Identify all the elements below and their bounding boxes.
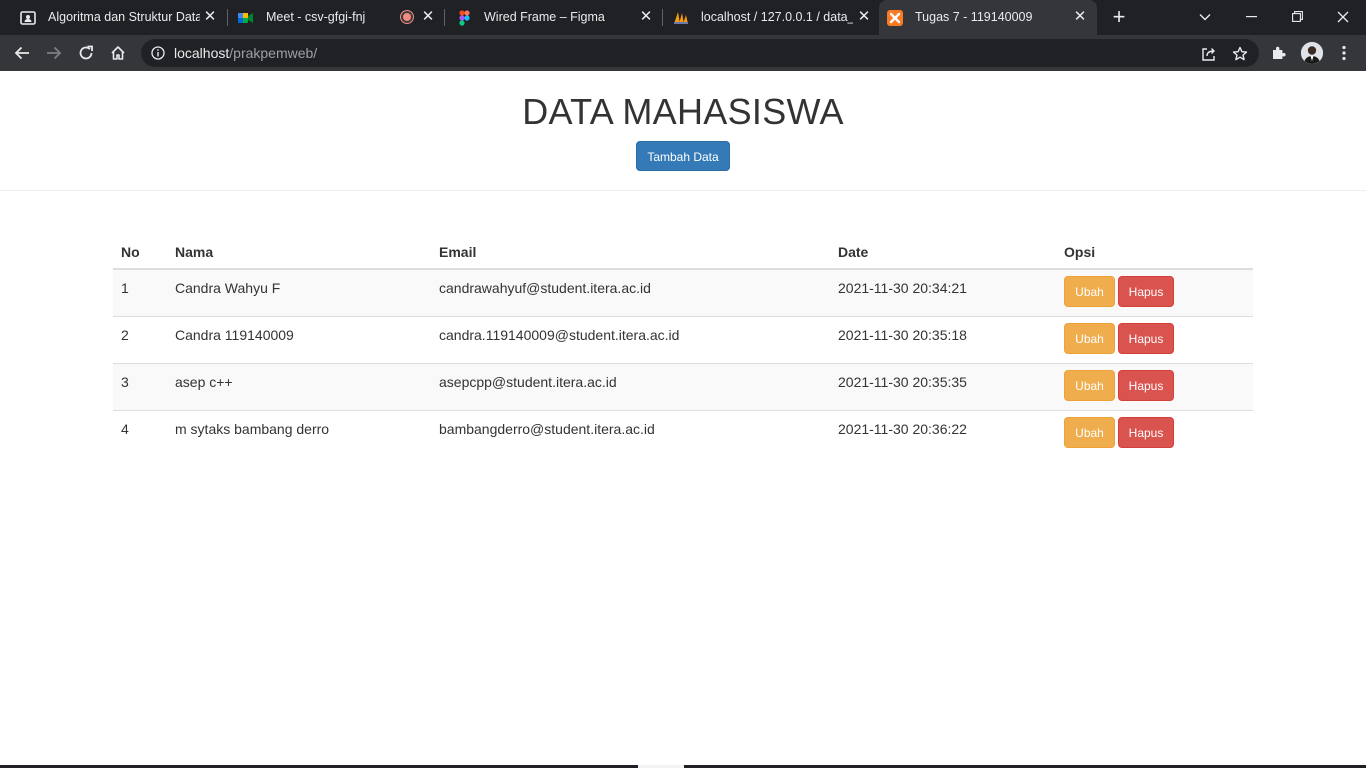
cell-date: 2021-11-30 20:35:35 bbox=[830, 362, 1056, 410]
table-row: 2 Candra 119140009 candra.119140009@stud… bbox=[113, 315, 1253, 363]
cell-no: 2 bbox=[113, 315, 167, 363]
google-meet-icon bbox=[238, 10, 254, 26]
classroom-icon bbox=[20, 10, 36, 26]
cell-opsi: Ubah Hapus bbox=[1056, 269, 1253, 316]
browser-tab-strip: Algoritma dan Struktur Data ✕ Meet - csv… bbox=[0, 0, 1366, 35]
header-opsi: Opsi bbox=[1056, 236, 1253, 270]
cell-nama: Candra Wahyu F bbox=[167, 269, 431, 316]
table-row: 4 m sytaks bambang derro bambangderro@st… bbox=[113, 409, 1253, 457]
header-date: Date bbox=[830, 236, 1056, 270]
tab-title: Tugas 7 - 119140009 bbox=[915, 10, 1033, 24]
tab-search-icon[interactable] bbox=[1182, 0, 1228, 33]
cell-email: candra.119140009@student.itera.ac.id bbox=[431, 315, 830, 363]
extensions-puzzle-icon[interactable] bbox=[1268, 42, 1290, 64]
tab-title: Wired Frame – Figma bbox=[484, 10, 605, 24]
table-header-row: No Nama Email Date Opsi bbox=[113, 236, 1253, 270]
tambah-data-button[interactable]: Tambah Data bbox=[636, 141, 730, 171]
cell-no: 3 bbox=[113, 362, 167, 410]
address-bar[interactable]: localhost/prakpemweb/ bbox=[141, 39, 1259, 67]
url-path: /prakpemweb/ bbox=[229, 45, 318, 61]
page-content: DATA MAHASISWA Tambah Data No Nama Email… bbox=[0, 71, 1366, 768]
cell-date: 2021-11-30 20:35:18 bbox=[830, 315, 1056, 363]
close-icon[interactable]: ✕ bbox=[856, 9, 872, 25]
cell-date: 2021-11-30 20:34:21 bbox=[830, 269, 1056, 316]
tab-title: Meet - csv-gfgi-fnj bbox=[266, 10, 366, 24]
minimize-button[interactable] bbox=[1228, 0, 1274, 33]
header-email: Email bbox=[431, 236, 830, 270]
new-tab-button[interactable]: + bbox=[1109, 6, 1129, 28]
back-arrow-icon[interactable] bbox=[10, 41, 34, 65]
share-icon[interactable] bbox=[1199, 45, 1217, 63]
home-icon[interactable] bbox=[106, 41, 130, 65]
tab-figma[interactable]: Wired Frame – Figma ✕ bbox=[448, 0, 662, 35]
close-icon[interactable]: ✕ bbox=[1072, 9, 1088, 25]
cell-nama: Candra 119140009 bbox=[167, 315, 431, 363]
divider bbox=[0, 190, 1366, 191]
mahasiswa-table: No Nama Email Date Opsi 1 Candra Wahyu F… bbox=[113, 236, 1253, 457]
header-no: No bbox=[113, 236, 167, 270]
close-icon[interactable]: ✕ bbox=[638, 9, 654, 25]
xampp-icon bbox=[887, 10, 903, 26]
page-title: DATA MAHASISWA bbox=[522, 91, 844, 132]
restore-button[interactable] bbox=[1274, 0, 1320, 33]
hapus-button[interactable]: Hapus bbox=[1118, 322, 1174, 354]
cell-email: candrawahyuf@student.itera.ac.id bbox=[431, 269, 830, 316]
ubah-button[interactable]: Ubah bbox=[1064, 369, 1115, 401]
ubah-button[interactable]: Ubah bbox=[1064, 322, 1115, 354]
url-host: localhost bbox=[174, 45, 230, 61]
hapus-button[interactable]: Hapus bbox=[1118, 276, 1174, 307]
reload-icon[interactable] bbox=[74, 41, 98, 65]
tab-title: localhost / 127.0.0.1 / data_m bbox=[701, 10, 853, 24]
header-nama: Nama bbox=[167, 236, 431, 270]
close-icon[interactable]: ✕ bbox=[202, 9, 218, 25]
info-icon[interactable] bbox=[151, 46, 165, 60]
profile-avatar[interactable] bbox=[1301, 42, 1323, 64]
tab-phpmyadmin[interactable]: localhost / 127.0.0.1 / data_m ✕ bbox=[665, 0, 878, 35]
cell-opsi: Ubah Hapus bbox=[1056, 409, 1253, 457]
tab-algoritma[interactable]: Algoritma dan Struktur Data ✕ bbox=[12, 0, 228, 35]
cell-email: asepcpp@student.itera.ac.id bbox=[431, 362, 830, 410]
cell-nama: m sytaks bambang derro bbox=[167, 409, 431, 457]
forward-arrow-icon[interactable] bbox=[42, 41, 66, 65]
figma-icon bbox=[456, 10, 472, 26]
recording-icon bbox=[401, 11, 413, 23]
cell-opsi: Ubah Hapus bbox=[1056, 362, 1253, 410]
ubah-button[interactable]: Ubah bbox=[1064, 276, 1115, 307]
hapus-button[interactable]: Hapus bbox=[1118, 369, 1174, 401]
tab-separator bbox=[444, 9, 445, 26]
phpmyadmin-icon bbox=[673, 10, 689, 26]
table-row: 3 asep c++ asepcpp@student.itera.ac.id 2… bbox=[113, 362, 1253, 410]
cell-date: 2021-11-30 20:36:22 bbox=[830, 409, 1056, 457]
cell-email: bambangderro@student.itera.ac.id bbox=[431, 409, 830, 457]
cell-opsi: Ubah Hapus bbox=[1056, 315, 1253, 363]
bookmark-star-icon[interactable] bbox=[1231, 45, 1249, 63]
cell-nama: asep c++ bbox=[167, 362, 431, 410]
browser-toolbar: localhost/prakpemweb/ bbox=[0, 35, 1366, 71]
close-icon[interactable]: ✕ bbox=[420, 9, 436, 25]
close-window-button[interactable] bbox=[1320, 0, 1366, 33]
cell-no: 1 bbox=[113, 269, 167, 316]
tab-title: Algoritma dan Struktur Data bbox=[48, 10, 200, 24]
menu-kebab-icon[interactable] bbox=[1333, 42, 1355, 64]
url-text: localhost/prakpemweb/ bbox=[174, 46, 317, 61]
hapus-button[interactable]: Hapus bbox=[1118, 416, 1174, 448]
tab-tugas-7[interactable]: Tugas 7 - 119140009 ✕ bbox=[879, 0, 1097, 35]
tab-meet[interactable]: Meet - csv-gfgi-fnj ✕ bbox=[230, 0, 444, 35]
tab-separator bbox=[662, 9, 663, 26]
tab-separator bbox=[227, 9, 228, 26]
table-row: 1 Candra Wahyu F candrawahyuf@student.it… bbox=[113, 269, 1253, 316]
cell-no: 4 bbox=[113, 409, 167, 457]
ubah-button[interactable]: Ubah bbox=[1064, 416, 1115, 448]
